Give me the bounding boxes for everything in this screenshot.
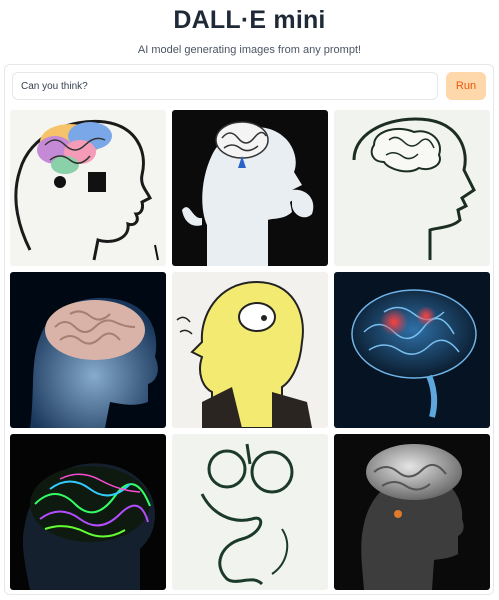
app-subtitle: AI model generating images from any prom… — [137, 44, 362, 56]
generated-image[interactable] — [10, 272, 166, 428]
generated-image[interactable] — [172, 434, 328, 590]
app-title: DALL·E mini — [173, 6, 326, 34]
run-button[interactable]: Run — [446, 72, 486, 100]
scribble-face-image — [172, 434, 328, 590]
silhouette-brain-image — [172, 110, 328, 266]
generated-image[interactable] — [172, 272, 328, 428]
generated-image[interactable] — [10, 110, 166, 266]
generated-image[interactable] — [334, 272, 490, 428]
neon-brain-image — [10, 434, 166, 590]
generated-image[interactable] — [334, 434, 490, 590]
yellow-head-image — [172, 272, 328, 428]
pink-brain-image — [10, 272, 166, 428]
blue-brain-red-glow-image — [334, 272, 490, 428]
brain-sketch-image — [334, 110, 490, 266]
gray-brain-image — [334, 434, 490, 590]
generated-image[interactable] — [172, 110, 328, 266]
generated-image[interactable] — [10, 434, 166, 590]
prompt-input[interactable] — [12, 72, 438, 100]
generated-image[interactable] — [334, 110, 490, 266]
image-gallery — [10, 110, 490, 590]
colorful-brain-image — [10, 110, 166, 266]
